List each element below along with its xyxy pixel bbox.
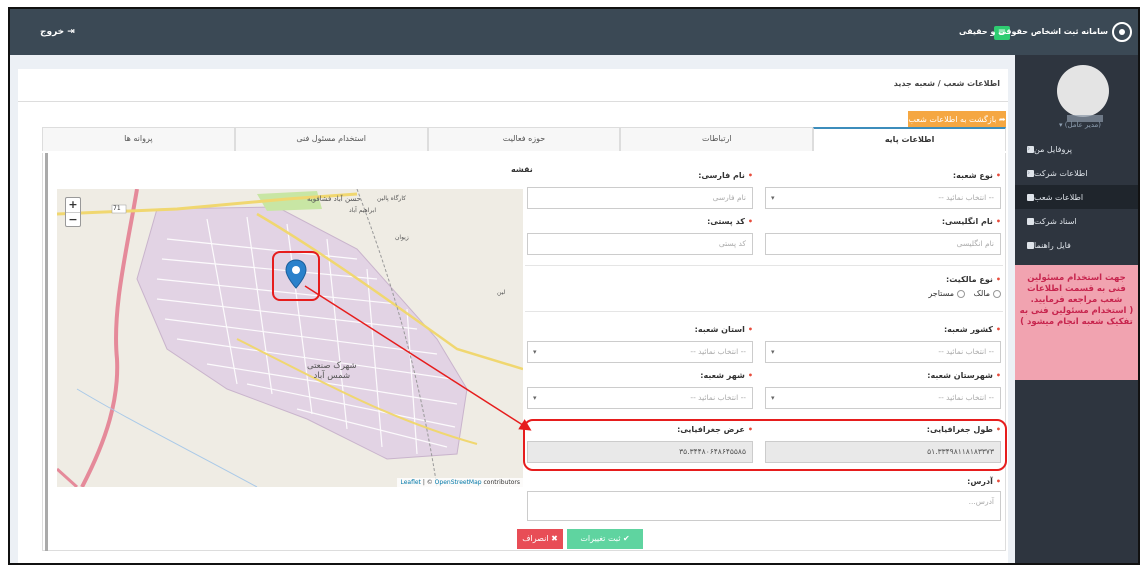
cancel-button[interactable]: ✖ انصراف — [517, 529, 563, 549]
sidebar-item-branches[interactable]: اطلاعات شعب — [1015, 185, 1138, 209]
breadcrumb: اطلاعات شعب / شعبه جدید — [893, 79, 1000, 88]
logout-label: خروج — [40, 27, 65, 37]
avatar — [1057, 65, 1109, 117]
map-tiles — [57, 189, 523, 487]
map-place-name-2: شمس آباد — [313, 371, 351, 381]
logo-icon — [1112, 22, 1132, 42]
tab-activity-scope[interactable]: حوزه فعالیت — [427, 127, 621, 151]
grid-icon — [1027, 193, 1034, 201]
country-label: •کشور شعبه: — [943, 325, 1001, 334]
sidebar-item-help-file[interactable]: فایل راهنما — [1015, 233, 1138, 257]
logout-button[interactable]: ⇥ خروج — [40, 27, 75, 37]
province-label: •استان شعبه: — [694, 325, 753, 334]
english-name-input[interactable]: نام انگلیسی — [765, 233, 1001, 255]
tab-bar: پروانه ها استخدام مسئول فنی حوزه فعالیت … — [42, 127, 1006, 151]
sidebar-item-profile[interactable]: پروفایل من ‹ — [1015, 137, 1138, 161]
latitude-label: •عرض جغرافیایی: — [677, 425, 753, 434]
branch-type-select[interactable]: -- انتخاب نمائید -- — [765, 187, 1001, 209]
zoom-in-button[interactable]: + — [66, 198, 80, 212]
longitude-field: ۵۱.۳۳۴۹۸۱۱۸۱۸۳۳۷۳ — [765, 441, 1001, 463]
province-select[interactable]: -- انتخاب نمائید -- — [527, 341, 753, 363]
map-attribution: Leaflet | © OpenStreetMap contributors — [397, 478, 523, 487]
app-window: ⇥ خروج ≡ سامانه ثبت اشخاص حقوقی و حقیقی … — [8, 7, 1140, 565]
country-select[interactable]: -- انتخاب نمائید -- — [765, 341, 1001, 363]
save-button[interactable]: ✔ ثبت تغییرات — [567, 529, 643, 549]
notice-line-2: ( استخدام مسئولین فنی به تفکیک شعبه انجا… — [1019, 306, 1134, 327]
radio-label: مالک — [973, 289, 990, 298]
attribution-sep: | © — [420, 479, 435, 486]
county-label: •شهرستان شعبه: — [927, 371, 1001, 380]
map-place-hasan: حسن آباد فشافویه — [307, 195, 361, 203]
radio-label: مستاجر — [928, 289, 954, 298]
city-label: •شهر شعبه: — [700, 371, 753, 380]
sidebar-item-label: اطلاعات شرکت — [1034, 168, 1088, 178]
sidebar-item-company-info[interactable]: اطلاعات شرکت ‹ — [1015, 161, 1138, 185]
sidebar-item-company-documents[interactable]: اسناد شرکت — [1015, 209, 1138, 233]
top-navbar: ⇥ خروج ≡ — [10, 9, 1015, 55]
tab-basic-info[interactable]: اطلاعات پایه — [813, 127, 1006, 151]
chevron-left-icon: ‹ — [1027, 144, 1031, 153]
tab-licenses[interactable]: پروانه ها — [42, 127, 235, 151]
persian-name-label: •نام فارسی: — [698, 171, 753, 180]
user-role[interactable]: (مدیر عامل) ▾ — [1035, 121, 1125, 129]
latitude-field: ۳۵.۳۴۴۸۰۶۴۸۶۴۵۵۸۵ — [527, 441, 753, 463]
map-place-industrial: شهرک صنعتی شمس آباد — [307, 361, 357, 381]
ownership-tenant-radio[interactable]: مستاجر — [928, 289, 965, 298]
address-label: •آدرس: — [967, 477, 1001, 486]
english-name-label: •نام انگلیسی: — [941, 217, 1001, 226]
map-marker-icon[interactable] — [285, 259, 307, 289]
sidebar-item-label: پروفایل من — [1034, 144, 1072, 154]
back-button-label: بازگشت به اطلاعات شعب — [908, 115, 997, 124]
osm-link[interactable]: OpenStreetMap — [435, 479, 482, 486]
cancel-button-label: انصراف — [522, 534, 549, 543]
tab-communications[interactable]: ارتباطات — [620, 127, 814, 151]
radio-circle[interactable] — [993, 289, 1001, 298]
brand: سامانه ثبت اشخاص حقوقی و حقیقی — [959, 9, 1138, 55]
map-place-name-1: شهرک صنعتی — [307, 361, 357, 371]
leaflet-link[interactable]: Leaflet — [400, 479, 420, 486]
branch-type-label: •نوع شعبه: — [952, 171, 1001, 180]
map-place-ibrahim: ابراهیم آباد — [349, 207, 377, 214]
longitude-label: •طول جغرافیایی: — [926, 425, 1001, 434]
chevron-left-icon: ‹ — [1027, 168, 1031, 177]
ownership-owner-radio[interactable]: مالک — [974, 289, 1001, 298]
brand-title: سامانه ثبت اشخاص حقوقی و حقیقی — [959, 27, 1108, 36]
zoom-out-button[interactable]: − — [66, 212, 80, 226]
address-input[interactable]: آدرس... — [527, 491, 1001, 521]
sidebar-item-label: اسناد شرکت — [1034, 216, 1077, 226]
scrollbar[interactable] — [45, 153, 48, 551]
map-place-kargah: کارگاه پالین — [377, 195, 407, 202]
sidebar-item-label: اطلاعات شعب — [1034, 192, 1084, 202]
tab-technical-hiring[interactable]: استخدام مسئول فنی — [234, 127, 428, 151]
map-zoom-control: + − — [65, 197, 81, 227]
city-select[interactable]: -- انتخاب نمائید -- — [527, 387, 753, 409]
form-divider — [525, 311, 1003, 312]
sidebar-nav: پروفایل من ‹ اطلاعات شرکت ‹ اطلاعات شعب … — [1015, 137, 1138, 257]
tab-body: نقشه 71 حسن آباد فشافویه ابراهیم آباد کا… — [42, 153, 1007, 551]
save-button-label: ثبت تغییرات — [580, 534, 621, 543]
content-panel: اطلاعات شعب / شعبه جدید ➦ بازگشت به اطلا… — [18, 69, 1008, 563]
file-icon — [1027, 241, 1034, 249]
branch-form: •نوع شعبه: -- انتخاب نمائید -- •نام فارس… — [517, 161, 1007, 551]
technical-staff-notice: جهت استخدام مسئولین فنی به قسمت اطلاعات … — [1015, 265, 1138, 380]
divider — [18, 101, 1008, 102]
users-icon — [1027, 217, 1034, 225]
radio-circle[interactable] — [957, 289, 965, 298]
sidebar-item-label: فایل راهنما — [1034, 240, 1071, 250]
postal-code-input[interactable]: کد پستی — [527, 233, 753, 255]
notice-line-1: جهت استخدام مسئولین فنی به قسمت اطلاعات … — [1027, 273, 1126, 305]
road-number: 71 — [113, 205, 121, 212]
persian-name-input[interactable]: نام فارسی — [527, 187, 753, 209]
form-divider — [525, 265, 1003, 266]
postal-code-label: •کد پستی: — [707, 217, 753, 226]
county-select[interactable]: -- انتخاب نمائید -- — [765, 387, 1001, 409]
branch-location-map[interactable]: 71 حسن آباد فشافویه ابراهیم آباد کارگاه … — [57, 189, 523, 487]
ownership-label: •نوع مالکیت: — [946, 275, 1001, 284]
map-place-lien: لین — [497, 289, 506, 296]
attribution-tail: contributors — [481, 479, 521, 486]
sidebar: سامانه ثبت اشخاص حقوقی و حقیقی (مدیر عام… — [959, 9, 1138, 563]
map-place-zivan: زیوان — [395, 234, 409, 241]
